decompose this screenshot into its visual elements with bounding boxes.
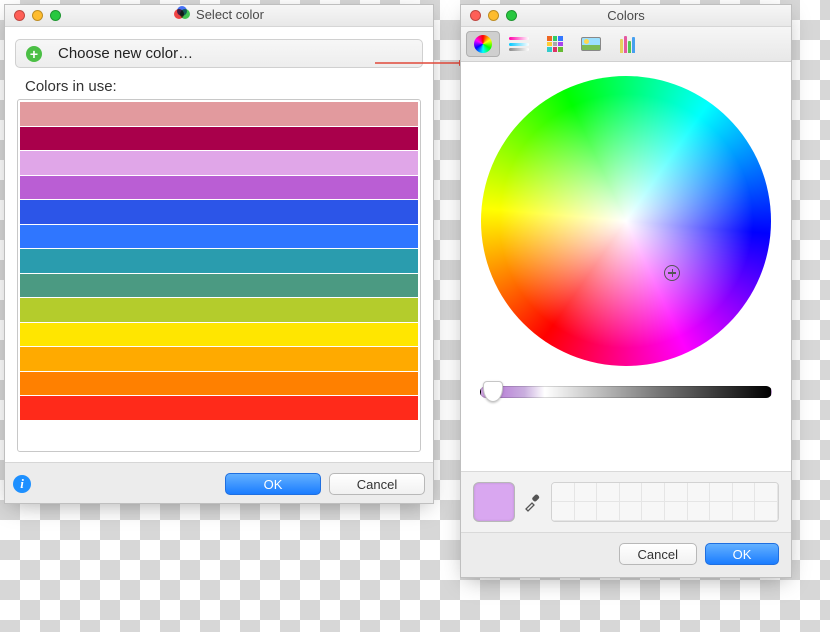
brightness-track xyxy=(480,386,772,398)
current-color-swatch[interactable] xyxy=(473,482,515,522)
mini-swatch[interactable] xyxy=(688,502,711,521)
crayons-icon xyxy=(620,35,635,53)
app-icon xyxy=(174,6,190,22)
mini-swatch[interactable] xyxy=(552,483,575,502)
tab-color-sliders[interactable] xyxy=(502,31,536,57)
color-wheel-icon xyxy=(474,35,492,53)
brightness-thumb[interactable] xyxy=(483,381,503,402)
zoom-button[interactable] xyxy=(50,10,61,21)
mini-swatch[interactable] xyxy=(575,483,598,502)
titlebar: Select color xyxy=(5,5,433,27)
mini-swatch[interactable] xyxy=(597,502,620,521)
info-icon[interactable]: i xyxy=(13,475,31,493)
color-swatch[interactable] xyxy=(20,274,418,298)
choose-new-color-row[interactable]: + Choose new color… xyxy=(15,39,423,68)
colors-in-use-label: Colors in use: xyxy=(25,78,421,95)
mini-swatch[interactable] xyxy=(620,483,643,502)
plus-icon: + xyxy=(26,46,42,62)
color-swatch[interactable] xyxy=(20,102,418,126)
mini-swatch[interactable] xyxy=(733,502,756,521)
color-swatch[interactable] xyxy=(20,298,418,322)
window-title: Colors xyxy=(607,8,645,23)
mini-swatch[interactable] xyxy=(575,502,598,521)
choose-new-color-label: Choose new color… xyxy=(58,45,193,62)
ok-button[interactable]: OK xyxy=(225,473,321,495)
eyedropper-button[interactable] xyxy=(523,492,543,512)
tab-color-wheel[interactable] xyxy=(466,31,500,57)
mini-swatch[interactable] xyxy=(755,502,778,521)
cancel-button[interactable]: Cancel xyxy=(329,473,425,495)
color-swatch[interactable] xyxy=(20,249,418,273)
brightness-slider[interactable] xyxy=(480,382,772,402)
color-wheel[interactable] xyxy=(481,76,771,366)
mini-swatch[interactable] xyxy=(665,483,688,502)
color-swatch[interactable] xyxy=(20,151,418,175)
mini-swatch[interactable] xyxy=(642,483,665,502)
zoom-button[interactable] xyxy=(506,10,517,21)
mini-swatch[interactable] xyxy=(597,483,620,502)
mini-swatch[interactable] xyxy=(710,483,733,502)
mini-swatch[interactable] xyxy=(552,502,575,521)
color-swatch[interactable] xyxy=(20,396,418,420)
ok-button[interactable]: OK xyxy=(705,543,779,565)
color-swatch[interactable] xyxy=(20,372,418,396)
color-swatch[interactable] xyxy=(20,200,418,224)
tab-crayons[interactable] xyxy=(610,31,644,57)
color-swatch[interactable] xyxy=(20,127,418,151)
mini-swatch[interactable] xyxy=(688,483,711,502)
close-button[interactable] xyxy=(470,10,481,21)
picker-mode-toolbar xyxy=(461,27,791,62)
select-color-window: Select color + Choose new color… Colors … xyxy=(4,4,434,504)
minimize-button[interactable] xyxy=(32,10,43,21)
close-button[interactable] xyxy=(14,10,25,21)
color-swatch[interactable] xyxy=(20,176,418,200)
colors-window: Colors Cancel OK xyxy=(460,4,792,578)
mini-swatch[interactable] xyxy=(755,483,778,502)
mini-swatch[interactable] xyxy=(665,502,688,521)
mini-swatch[interactable] xyxy=(710,502,733,521)
tab-color-palette[interactable] xyxy=(538,31,572,57)
color-list[interactable] xyxy=(17,99,421,452)
window-title: Select color xyxy=(196,7,264,22)
color-swatch[interactable] xyxy=(20,225,418,249)
mini-swatch[interactable] xyxy=(620,502,643,521)
cancel-button[interactable]: Cancel xyxy=(619,543,697,565)
saved-swatches-grid[interactable] xyxy=(551,482,779,522)
color-swatch[interactable] xyxy=(20,347,418,371)
minimize-button[interactable] xyxy=(488,10,499,21)
tab-image-palette[interactable] xyxy=(574,31,608,57)
color-swatch[interactable] xyxy=(20,323,418,347)
mini-swatch[interactable] xyxy=(642,502,665,521)
sliders-icon xyxy=(509,37,529,51)
eyedropper-icon xyxy=(523,492,543,512)
wheel-cursor[interactable] xyxy=(664,265,680,281)
image-icon xyxy=(581,37,601,51)
mini-swatch[interactable] xyxy=(733,483,756,502)
palette-icon xyxy=(547,36,563,52)
titlebar: Colors xyxy=(461,5,791,27)
